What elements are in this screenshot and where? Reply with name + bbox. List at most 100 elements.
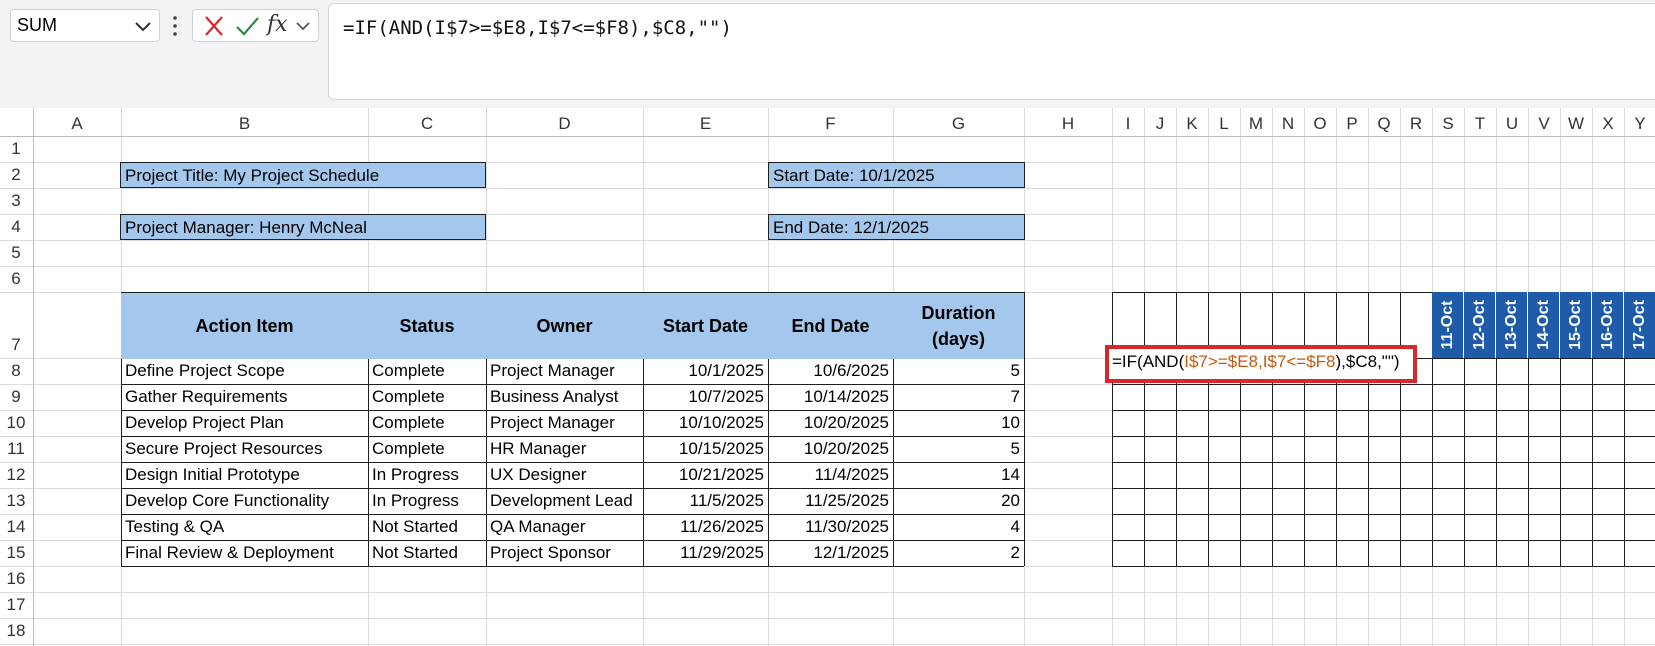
cell-owner[interactable]: UX Designer xyxy=(486,462,643,488)
cell-action-item[interactable]: Develop Core Functionality xyxy=(121,488,368,514)
cell-duration[interactable]: 14 xyxy=(893,462,1024,488)
chevron-down-icon[interactable] xyxy=(293,14,313,38)
cell-start-date[interactable]: 10/1/2025 xyxy=(643,358,768,384)
cell-end-date[interactable]: 10/6/2025 xyxy=(768,358,893,384)
cell-duration[interactable]: 5 xyxy=(893,358,1024,384)
date-header-cell[interactable]: 16-Oct xyxy=(1592,292,1624,358)
row-header-8[interactable]: 8 xyxy=(3,361,29,381)
cell-end-date[interactable]: 11/4/2025 xyxy=(768,462,893,488)
cell-status[interactable]: Complete xyxy=(368,436,486,462)
column-header-I[interactable]: I xyxy=(1112,114,1144,134)
column-header-H[interactable]: H xyxy=(1024,114,1112,134)
cell-end-date[interactable]: 12/1/2025 xyxy=(768,540,893,566)
row-header-7[interactable]: 7 xyxy=(3,335,29,355)
cell-start-date[interactable]: 11/26/2025 xyxy=(643,514,768,540)
column-header-C[interactable]: C xyxy=(368,114,486,134)
cell-action-item[interactable]: Testing & QA xyxy=(121,514,368,540)
column-header-O[interactable]: O xyxy=(1304,114,1336,134)
row-header-3[interactable]: 3 xyxy=(3,191,29,211)
cell-status[interactable]: Complete xyxy=(368,410,486,436)
column-header-P[interactable]: P xyxy=(1336,114,1368,134)
row-header-4[interactable]: 4 xyxy=(3,217,29,237)
cell-start-date[interactable]: 11/5/2025 xyxy=(643,488,768,514)
cell-action-item[interactable]: Develop Project Plan xyxy=(121,410,368,436)
column-header-R[interactable]: R xyxy=(1400,114,1432,134)
editing-cell-I8[interactable]: =IF(AND(I$7>=$E8,I$7<=$F8),$C8,"") xyxy=(1105,345,1417,383)
column-header-D[interactable]: D xyxy=(486,114,643,134)
cell-end-date[interactable]: 11/25/2025 xyxy=(768,488,893,514)
spreadsheet-grid[interactable]: ABCDEFGHIJKLMNOPQRSTUVWXY 1 2 3 4 5 6 7 8 9 10 11 1… xyxy=(0,108,1655,646)
cell-end-date[interactable]: 11/30/2025 xyxy=(768,514,893,540)
date-header-cell[interactable]: 14-Oct xyxy=(1528,292,1560,358)
header-owner[interactable]: Owner xyxy=(486,293,643,359)
column-header-B[interactable]: B xyxy=(121,114,368,134)
cell-action-item[interactable]: Final Review & Deployment xyxy=(121,540,368,566)
cell-end-date[interactable]: 10/20/2025 xyxy=(768,436,893,462)
cell-duration[interactable]: 20 xyxy=(893,488,1024,514)
cell-start-date[interactable]: 10/21/2025 xyxy=(643,462,768,488)
cell-duration[interactable]: 7 xyxy=(893,384,1024,410)
column-header-T[interactable]: T xyxy=(1464,114,1496,134)
column-header-X[interactable]: X xyxy=(1592,114,1624,134)
row-header-12[interactable]: 12 xyxy=(3,465,29,485)
column-header-G[interactable]: G xyxy=(893,114,1024,134)
project-manager-cell[interactable]: Project Manager: Henry McNeal xyxy=(120,214,486,240)
cell-owner[interactable]: Business Analyst xyxy=(486,384,643,410)
cell-end-date[interactable]: 10/20/2025 xyxy=(768,410,893,436)
insert-function-icon[interactable]: fx xyxy=(267,14,291,38)
column-header-J[interactable]: J xyxy=(1144,114,1176,134)
row-header-9[interactable]: 9 xyxy=(3,387,29,407)
column-header-W[interactable]: W xyxy=(1560,114,1592,134)
cell-action-item[interactable]: Secure Project Resources xyxy=(121,436,368,462)
row-header-2[interactable]: 2 xyxy=(3,165,29,185)
row-header-15[interactable]: 15 xyxy=(3,543,29,563)
project-title-cell[interactable]: Project Title: My Project Schedule xyxy=(120,162,486,188)
cell-status[interactable]: Complete xyxy=(368,384,486,410)
header-action-item[interactable]: Action Item xyxy=(121,293,368,359)
column-header-N[interactable]: N xyxy=(1272,114,1304,134)
row-header-14[interactable]: 14 xyxy=(3,517,29,537)
date-header-cell[interactable]: 11-Oct xyxy=(1432,292,1464,358)
cell-status[interactable]: In Progress xyxy=(368,488,486,514)
more-options-icon[interactable] xyxy=(170,13,180,39)
cell-owner[interactable]: Development Lead xyxy=(486,488,643,514)
cell-start-date[interactable]: 10/10/2025 xyxy=(643,410,768,436)
row-header-16[interactable]: 16 xyxy=(3,569,29,589)
date-header-cell[interactable]: 17-Oct xyxy=(1624,292,1655,358)
row-header-1[interactable]: 1 xyxy=(3,139,29,159)
start-date-cell[interactable]: Start Date: 10/1/2025 xyxy=(768,162,1025,188)
cell-start-date[interactable]: 10/15/2025 xyxy=(643,436,768,462)
column-header-M[interactable]: M xyxy=(1240,114,1272,134)
row-header-5[interactable]: 5 xyxy=(3,243,29,263)
cell-owner[interactable]: Project Manager xyxy=(486,410,643,436)
enter-check-icon[interactable] xyxy=(233,14,261,38)
column-header-L[interactable]: L xyxy=(1208,114,1240,134)
row-header-10[interactable]: 10 xyxy=(3,413,29,433)
cell-status[interactable]: Not Started xyxy=(368,540,486,566)
column-header-E[interactable]: E xyxy=(643,114,768,134)
cancel-x-icon[interactable] xyxy=(201,14,227,38)
cell-start-date[interactable]: 11/29/2025 xyxy=(643,540,768,566)
column-header-U[interactable]: U xyxy=(1496,114,1528,134)
cell-owner[interactable]: HR Manager xyxy=(486,436,643,462)
column-header-Q[interactable]: Q xyxy=(1368,114,1400,134)
cell-duration[interactable]: 10 xyxy=(893,410,1024,436)
cell-end-date[interactable]: 10/14/2025 xyxy=(768,384,893,410)
date-header-cell[interactable]: 12-Oct xyxy=(1464,292,1496,358)
cell-owner[interactable]: Project Manager xyxy=(486,358,643,384)
column-header-F[interactable]: F xyxy=(768,114,893,134)
cell-duration[interactable]: 2 xyxy=(893,540,1024,566)
cell-status[interactable]: Complete xyxy=(368,358,486,384)
header-end-date[interactable]: End Date xyxy=(768,293,893,359)
formula-input[interactable]: =IF(AND(I$7>=$E8,I$7<=$F8),$C8,"") xyxy=(328,3,1655,100)
cell-duration[interactable]: 4 xyxy=(893,514,1024,540)
column-header-S[interactable]: S xyxy=(1432,114,1464,134)
cell-status[interactable]: In Progress xyxy=(368,462,486,488)
cell-action-item[interactable]: Design Initial Prototype xyxy=(121,462,368,488)
date-header-cell[interactable]: 15-Oct xyxy=(1560,292,1592,358)
date-header-cell[interactable]: 13-Oct xyxy=(1496,292,1528,358)
row-header-17[interactable]: 17 xyxy=(3,595,29,615)
header-duration[interactable]: Duration (days) xyxy=(893,293,1024,359)
cell-status[interactable]: Not Started xyxy=(368,514,486,540)
end-date-cell[interactable]: End Date: 12/1/2025 xyxy=(768,214,1025,240)
